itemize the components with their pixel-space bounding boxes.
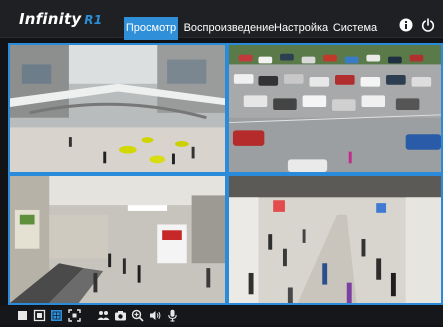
bottom-toolbar	[0, 306, 443, 325]
layout-4-icon[interactable]	[33, 309, 46, 322]
audio-icon[interactable]	[149, 309, 162, 322]
logo-accent: R1	[84, 13, 103, 27]
logo-text: Infinity	[19, 10, 82, 28]
people-icon[interactable]	[97, 309, 110, 322]
top-bar: Infinity R1 Просмотр Воспроизведение Наст…	[0, 0, 443, 40]
zoom-icon[interactable]	[131, 309, 144, 322]
brand-logo: Infinity R1	[19, 8, 102, 30]
snapshot-icon[interactable]	[114, 309, 127, 322]
tab-live-view[interactable]: Просмотр	[124, 17, 178, 40]
camera-tile-1[interactable]	[8, 43, 227, 174]
camera-feed-3	[10, 176, 225, 303]
camera-feed-2	[229, 45, 441, 172]
tab-system[interactable]: Система	[332, 17, 378, 40]
camera-tile-3[interactable]	[8, 174, 227, 305]
camera-tile-4[interactable]	[227, 174, 443, 305]
info-icon[interactable]	[399, 18, 413, 32]
power-icon[interactable]	[421, 18, 435, 32]
video-grid	[8, 43, 443, 305]
camera-feed-1	[10, 45, 225, 172]
tab-settings[interactable]: Настройка	[274, 17, 328, 40]
camera-feed-4	[229, 176, 441, 303]
microphone-icon[interactable]	[166, 309, 179, 322]
layout-1-icon[interactable]	[16, 309, 29, 322]
tab-playback[interactable]: Воспроизведение	[183, 17, 275, 40]
layout-9-icon[interactable]	[50, 309, 63, 322]
fullscreen-icon[interactable]	[68, 309, 81, 322]
camera-tile-2[interactable]	[227, 43, 443, 174]
